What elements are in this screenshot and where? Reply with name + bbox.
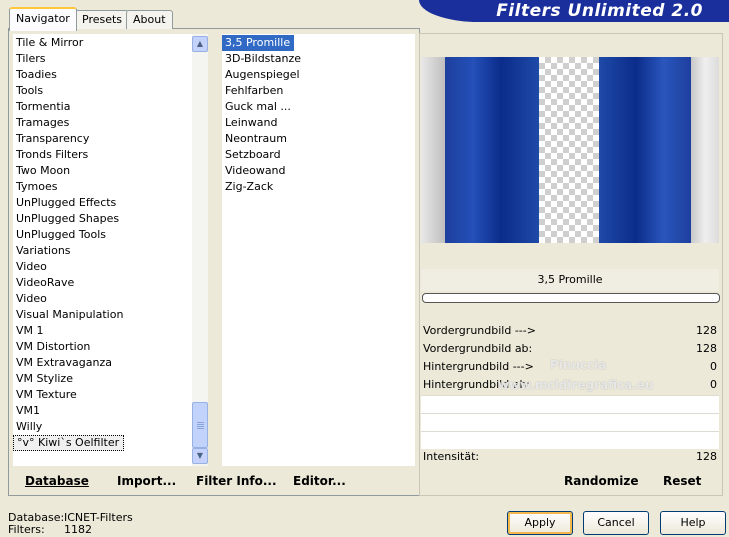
category-item[interactable]: Transparency xyxy=(13,131,192,147)
filter-item[interactable]: Zig-Zack xyxy=(222,179,415,195)
param-row-5[interactable]: Intensität: 128 xyxy=(421,448,719,465)
progress-bar xyxy=(422,293,720,303)
status-filters-value: 1182 xyxy=(64,523,92,536)
watermark-line1: Pinuccia xyxy=(550,358,607,372)
apply-button[interactable]: Apply xyxy=(507,511,573,535)
status-filters: Filters: 1182 xyxy=(8,523,92,536)
category-item[interactable]: Willy xyxy=(13,419,192,435)
status-filters-label: Filters: xyxy=(8,523,45,536)
reset-button[interactable]: Reset xyxy=(663,474,701,488)
chevron-up-icon: ▲ xyxy=(196,39,204,48)
help-button[interactable]: Help xyxy=(660,511,726,535)
tab-navigator[interactable]: Navigator xyxy=(9,7,77,31)
category-item[interactable]: UnPlugged Shapes xyxy=(13,211,192,227)
param-value: 0 xyxy=(710,378,717,391)
navigator-bottom-bar: Database Import... Filter Info... Editor… xyxy=(12,466,415,493)
filter-item[interactable]: Setzboard xyxy=(222,147,415,163)
param-value: 128 xyxy=(696,342,717,355)
category-item[interactable]: Tramages xyxy=(13,115,192,131)
category-item[interactable]: Video xyxy=(13,259,192,275)
filter-item[interactable]: 3D-Bildstanze xyxy=(222,51,415,67)
filter-info-button[interactable]: Filter Info... xyxy=(196,474,277,488)
filter-item[interactable]: 3,5 Promille xyxy=(222,35,295,51)
category-scrollbar[interactable]: ▲ ▼ xyxy=(192,34,208,466)
watermark-line2: www.mcldiregrafica.eu xyxy=(498,378,654,392)
param-label: Vordergrundbild ---> xyxy=(423,324,536,337)
category-item[interactable]: Visual Manipulation xyxy=(13,307,192,323)
category-item[interactable]: Video xyxy=(13,291,192,307)
category-item[interactable]: UnPlugged Effects xyxy=(13,195,192,211)
selected-filter-name: 3,5 Promille xyxy=(421,269,719,291)
tab-presets[interactable]: Presets xyxy=(75,10,130,29)
import-button[interactable]: Import... xyxy=(117,474,176,488)
category-item[interactable]: VM Stylize xyxy=(13,371,192,387)
filter-item[interactable]: Neontraum xyxy=(222,131,415,147)
category-item[interactable]: VM1 xyxy=(13,403,192,419)
randomize-button[interactable]: Randomize xyxy=(564,474,638,488)
category-item[interactable]: Two Moon xyxy=(13,163,192,179)
category-item[interactable]: Tronds Filters xyxy=(13,147,192,163)
scroll-up-button[interactable]: ▲ xyxy=(192,36,208,52)
title-banner: Filters Unlimited 2.0 xyxy=(419,0,729,22)
param-row-1[interactable]: Vordergrundbild ---> 128 xyxy=(421,322,719,339)
category-item[interactable]: Tymoes xyxy=(13,179,192,195)
category-item[interactable]: VM Distortion xyxy=(13,339,192,355)
filter-item[interactable]: Guck mal ... xyxy=(222,99,415,115)
scroll-thumb[interactable] xyxy=(192,402,208,448)
param-label: Hintergrundbild ---> xyxy=(423,360,534,373)
filter-list[interactable]: 3,5 Promille 3D-Bildstanze Augenspiegel Feh… xyxy=(222,34,415,466)
category-item[interactable]: Tools xyxy=(13,83,192,99)
category-item[interactable]: Tile & Mirror xyxy=(13,35,192,51)
category-item[interactable]: Tormentia xyxy=(13,99,192,115)
category-item[interactable]: Tilers xyxy=(13,51,192,67)
empty-param-slot xyxy=(421,413,719,431)
filter-item[interactable]: Fehlfarben xyxy=(222,83,415,99)
param-value: 128 xyxy=(696,324,717,337)
category-item[interactable]: Variations xyxy=(13,243,192,259)
cancel-button[interactable]: Cancel xyxy=(583,511,649,535)
category-list[interactable]: Tile & Mirror Tilers Toadies Tools Tormentia… xyxy=(13,34,192,466)
param-row-2[interactable]: Vordergrundbild ab: 128 xyxy=(421,340,719,357)
tab-about[interactable]: About xyxy=(126,10,173,29)
editor-button[interactable]: Editor... xyxy=(293,474,346,488)
param-value: 128 xyxy=(696,450,717,463)
category-item[interactable]: VideoRave xyxy=(13,275,192,291)
category-item[interactable]: VM Extravaganza xyxy=(13,355,192,371)
param-label: Intensität: xyxy=(423,450,480,463)
preview-image xyxy=(421,57,719,243)
category-item[interactable]: °v° Kiwi`s Oelfilter xyxy=(13,435,125,451)
database-button[interactable]: Database xyxy=(25,474,89,488)
category-item[interactable]: Toadies xyxy=(13,67,192,83)
chevron-down-icon: ▼ xyxy=(196,451,204,460)
param-value: 0 xyxy=(710,360,717,373)
filter-item[interactable]: Videowand xyxy=(222,163,415,179)
category-item[interactable]: VM 1 xyxy=(13,323,192,339)
category-item[interactable]: VM Texture xyxy=(13,387,192,403)
param-label: Vordergrundbild ab: xyxy=(423,342,533,355)
empty-param-slot xyxy=(421,395,719,413)
scroll-down-button[interactable]: ▼ xyxy=(192,448,208,464)
app-title: Filters Unlimited 2.0 xyxy=(496,1,703,21)
empty-param-slot xyxy=(421,431,719,449)
filter-item[interactable]: Leinwand xyxy=(222,115,415,131)
category-item[interactable]: UnPlugged Tools xyxy=(13,227,192,243)
filter-item[interactable]: Augenspiegel xyxy=(222,67,415,83)
